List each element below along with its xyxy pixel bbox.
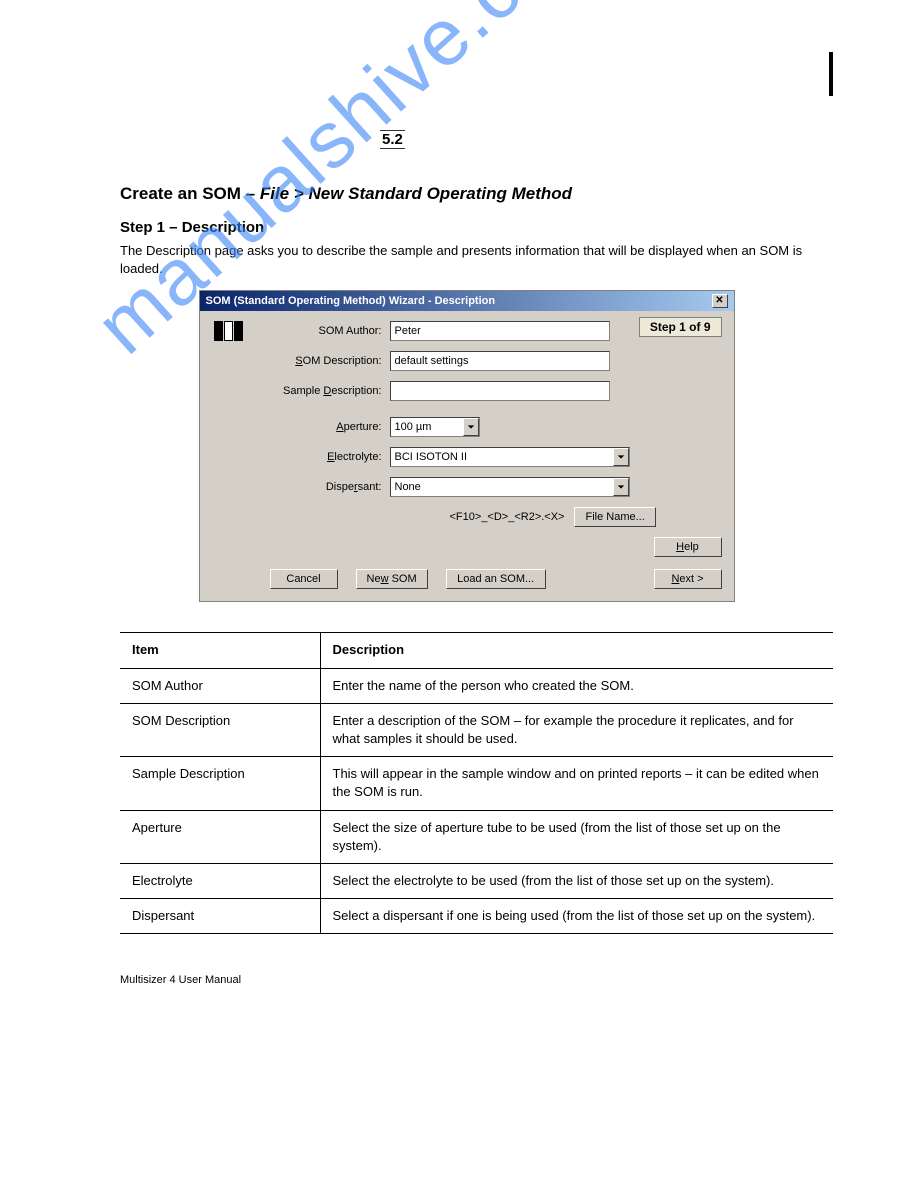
next-button[interactable]: Next > <box>654 569 722 589</box>
cell-item: Sample Description <box>120 757 320 810</box>
electrolyte-value[interactable] <box>390 447 630 467</box>
cell-item: Aperture <box>120 810 320 863</box>
dispersant-select[interactable] <box>390 477 630 497</box>
sample-description-input[interactable] <box>390 381 610 401</box>
col-desc: Description <box>320 633 833 668</box>
header-divider <box>829 52 833 96</box>
step-badge: Step 1 of 9 <box>639 317 722 337</box>
cell-item: SOM Description <box>120 703 320 756</box>
dispersant-value[interactable] <box>390 477 630 497</box>
cell-desc: Enter the name of the person who created… <box>320 668 833 703</box>
load-som-button[interactable]: Load an SOM... <box>446 569 546 589</box>
dialog-titlebar[interactable]: SOM (Standard Operating Method) Wizard -… <box>200 291 734 311</box>
new-som-button[interactable]: New SOM <box>356 569 428 589</box>
cell-item: Dispersant <box>120 899 320 934</box>
chevron-down-icon[interactable] <box>613 448 629 466</box>
cell-item: SOM Author <box>120 668 320 703</box>
aperture-label: Aperture: <box>270 421 390 433</box>
section-title-path: File > New Standard Operating Method <box>260 184 572 203</box>
cell-desc: This will appear in the sample window an… <box>320 757 833 810</box>
subsection-title: Step 1 – Description <box>120 219 833 236</box>
som-description-label: SOM Description: <box>270 355 390 367</box>
table-row: Electrolyte Select the electrolyte to be… <box>120 863 833 898</box>
electrolyte-select[interactable] <box>390 447 630 467</box>
table-row: Dispersant Select a dispersant if one is… <box>120 899 833 934</box>
table-row: Sample Description This will appear in t… <box>120 757 833 810</box>
chevron-down-icon[interactable] <box>463 418 479 436</box>
cell-item: Electrolyte <box>120 863 320 898</box>
col-item: Item <box>120 633 320 668</box>
electrolyte-label: Electrolyte: <box>270 451 390 463</box>
footer-text: Multisizer 4 User Manual <box>120 974 833 986</box>
section-title: Create an SOM – File > New Standard Oper… <box>120 184 833 204</box>
cell-desc: Enter a description of the SOM – for exa… <box>320 703 833 756</box>
section-number: 5.2 <box>380 130 405 149</box>
help-button[interactable]: Help <box>654 537 722 557</box>
section-title-lead: Create an SOM – <box>120 184 255 203</box>
intro-paragraph: The Description page asks you to describ… <box>120 242 833 278</box>
sample-description-label: Sample Description: <box>270 385 390 397</box>
author-label: SOM Author: <box>270 325 390 337</box>
som-wizard-dialog: SOM (Standard Operating Method) Wizard -… <box>199 290 735 602</box>
dialog-title: SOM (Standard Operating Method) Wizard -… <box>206 295 496 307</box>
description-table: Item Description SOM Author Enter the na… <box>120 632 833 934</box>
chevron-down-icon[interactable] <box>613 478 629 496</box>
table-header-row: Item Description <box>120 633 833 668</box>
cancel-button[interactable]: Cancel <box>270 569 338 589</box>
wizard-icon <box>214 321 244 343</box>
cell-desc: Select the electrolyte to be used (from … <box>320 863 833 898</box>
table-row: SOM Description Enter a description of t… <box>120 703 833 756</box>
close-icon[interactable]: ✕ <box>712 294 728 308</box>
filename-pattern-label: <F10>_<D>_<R2>.<X> <box>450 511 565 523</box>
file-name-button[interactable]: File Name... <box>574 507 655 527</box>
aperture-select[interactable] <box>390 417 480 437</box>
dispersant-label: Dispersant: <box>270 481 390 493</box>
cell-desc: Select the size of aperture tube to be u… <box>320 810 833 863</box>
table-row: SOM Author Enter the name of the person … <box>120 668 833 703</box>
cell-desc: Select a dispersant if one is being used… <box>320 899 833 934</box>
som-description-input[interactable] <box>390 351 610 371</box>
table-row: Aperture Select the size of aperture tub… <box>120 810 833 863</box>
author-input[interactable] <box>390 321 610 341</box>
